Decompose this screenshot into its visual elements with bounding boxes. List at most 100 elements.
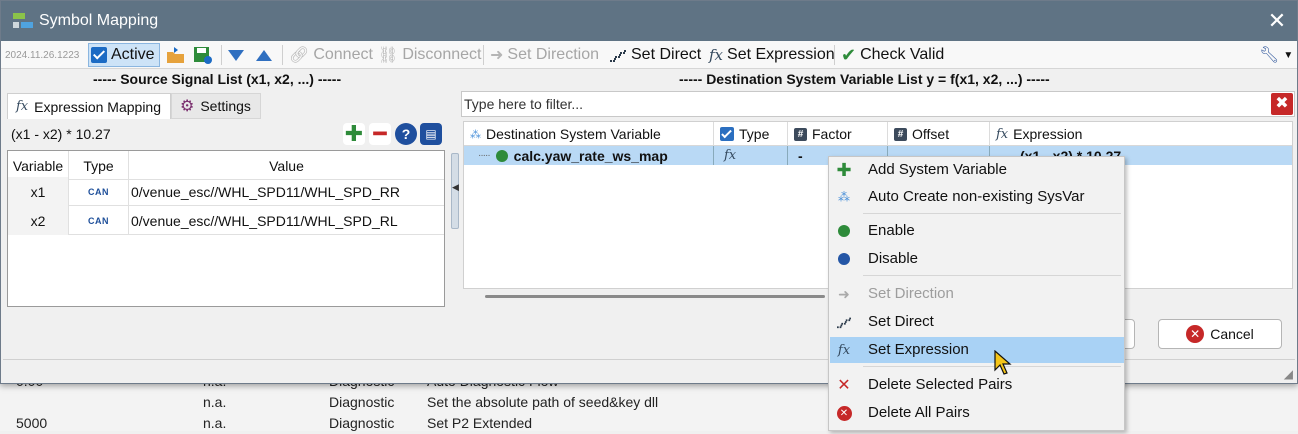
menu-item-set-expression[interactable]: fx Set Expression — [830, 337, 1124, 363]
column-header-type[interactable]: Type — [714, 122, 788, 146]
set-direct-icon — [610, 49, 626, 62]
menu-label: Delete Selected Pairs — [868, 376, 1013, 393]
cancel-button[interactable]: ✕ Cancel — [1158, 319, 1282, 349]
toolbar-separator — [282, 45, 283, 65]
bg-cell: n.a. — [203, 415, 227, 431]
tools-menu-button[interactable]: 🔧︎ ▼ — [1259, 43, 1293, 67]
active-toggle[interactable]: Active — [88, 43, 160, 67]
fx-icon: fx — [996, 126, 1009, 142]
checkmark-icon: ✔ — [841, 44, 857, 65]
active-label: Active — [111, 46, 155, 63]
x-circle-icon: ✕ — [1186, 325, 1205, 343]
menu-label: Set Direction — [868, 285, 954, 302]
source-list-header: ----- Source Signal List (x1, x2, ...) -… — [93, 71, 342, 87]
hash-icon: # — [894, 127, 907, 141]
set-direct-icon — [836, 314, 852, 330]
menu-separator — [863, 213, 1121, 214]
triangle-up-icon — [256, 50, 272, 61]
unlink-icon: ⛓︎ — [378, 47, 399, 64]
filter-placeholder: Type here to filter... — [464, 96, 584, 112]
tab-label: Expression Mapping — [34, 98, 162, 115]
triangle-down-icon — [228, 50, 244, 61]
dots-icon: ⁂ — [470, 128, 481, 141]
disconnect-button[interactable]: ⛓︎ Disconnect — [378, 43, 481, 67]
notes-button[interactable]: ▤ — [420, 123, 442, 145]
column-header-expression[interactable]: fx Expression — [990, 122, 1292, 146]
title-bar[interactable]: Symbol Mapping ✕ — [1, 1, 1297, 41]
expression-input[interactable]: (x1 - x2) * 10.27 — [11, 126, 111, 142]
clear-filter-button[interactable]: ✖ — [1271, 93, 1293, 115]
help-button[interactable]: ? — [395, 123, 417, 145]
menu-item-disable[interactable]: Disable — [830, 246, 1124, 272]
menu-item-delete-all-pairs[interactable]: ✕ Delete All Pairs — [830, 400, 1124, 426]
tab-settings[interactable]: ⚙ Settings — [171, 93, 261, 119]
horizontal-scrollbar[interactable] — [485, 295, 825, 298]
context-menu: ✚ Add System Variable ⁂ Auto Create non-… — [828, 156, 1125, 431]
green-dot-icon — [836, 223, 852, 239]
fx-icon: fx — [837, 342, 851, 358]
filter-input[interactable]: Type here to filter... — [461, 91, 1295, 117]
panel-splitter[interactable]: ◀ — [451, 153, 459, 229]
fx-icon: fx — [16, 99, 29, 114]
connect-label: Connect — [313, 46, 373, 63]
menu-item-enable[interactable]: Enable — [830, 218, 1124, 244]
open-button[interactable] — [166, 43, 186, 67]
table-row[interactable]: x1 CAN 0/venue_esc//WHL_SPD11/WHL_SPD_RR — [8, 177, 444, 206]
table-row[interactable]: x2 CAN 0/venue_esc//WHL_SPD11/WHL_SPD_RL — [8, 206, 444, 235]
set-expression-button[interactable]: fx Set Expression — [709, 43, 835, 67]
type-cell: CAN — [69, 177, 129, 206]
fx-icon: fx — [724, 148, 737, 163]
save-button[interactable] — [193, 43, 213, 67]
checkbox-icon — [720, 127, 734, 141]
save-icon — [194, 47, 212, 64]
add-variable-button[interactable]: ✚ — [343, 121, 365, 146]
move-up-button[interactable] — [255, 43, 273, 67]
document-icon: ▤ — [425, 127, 437, 141]
tab-expression-mapping[interactable]: fx Expression Mapping — [7, 93, 171, 119]
x-icon: ✕ — [837, 377, 851, 394]
expression-bar: (x1 - x2) * 10.27 ✚ ━ ? ▤ — [7, 121, 447, 149]
remove-variable-button[interactable]: ━ — [369, 121, 391, 146]
menu-item-add-system-variable[interactable]: ✚ Add System Variable — [830, 157, 1124, 183]
check-valid-button[interactable]: ✔ Check Valid — [841, 43, 944, 67]
column-header: Value — [269, 157, 304, 174]
connect-button[interactable]: 🔗︎ Connect — [289, 43, 373, 67]
hash-icon: # — [794, 127, 807, 141]
blue-dot-icon — [836, 251, 852, 267]
type-cell: fx — [714, 146, 788, 165]
resize-grip-icon[interactable]: ◢ — [1284, 367, 1293, 381]
column-header-destination[interactable]: ⁂ Destination System Variable — [464, 122, 714, 146]
x-circle-icon: ✕ — [836, 405, 852, 421]
menu-separator — [863, 275, 1121, 276]
table-header-row: ⁂ Destination System Variable Type # Fac… — [464, 122, 1292, 146]
menu-item-delete-selected-pairs[interactable]: ✕ Delete Selected Pairs — [830, 372, 1124, 398]
menu-item-set-direct[interactable]: Set Direct — [830, 309, 1124, 335]
variable-cell: x1 — [8, 177, 69, 206]
can-icon: CAN — [88, 186, 109, 197]
value-cell[interactable]: 0/venue_esc//WHL_SPD11/WHL_SPD_RL — [129, 206, 444, 235]
destination-list-header: ----- Destination System Variable List y… — [679, 71, 1050, 87]
column-label: Factor — [812, 126, 852, 142]
value-cell[interactable]: 0/venue_esc//WHL_SPD11/WHL_SPD_RR — [129, 177, 444, 206]
set-direct-button[interactable]: Set Direct — [609, 43, 701, 67]
left-tabs: fx Expression Mapping ⚙ Settings — [7, 93, 449, 119]
set-direction-button[interactable]: ➜ Set Direction — [490, 43, 599, 67]
column-label: Offset — [912, 126, 950, 142]
bg-cell: 5000 — [16, 415, 48, 431]
column-header-offset[interactable]: # Offset — [888, 122, 990, 146]
menu-label: Set Expression — [868, 341, 969, 358]
chevron-left-icon: ◀ — [452, 182, 459, 192]
column-header: Variable — [8, 151, 69, 180]
set-direct-label: Set Direct — [631, 46, 702, 63]
menu-item-auto-create[interactable]: ⁂ Auto Create non-existing SysVar — [830, 184, 1124, 210]
close-button[interactable]: ✕ — [1265, 9, 1289, 33]
toolbar-separator — [221, 45, 222, 65]
move-down-button[interactable] — [227, 43, 245, 67]
bg-cell: n.a. — [203, 394, 227, 410]
column-header-factor[interactable]: # Factor — [788, 122, 888, 146]
dialog-title: Symbol Mapping — [39, 12, 159, 29]
minus-icon: ━ — [373, 121, 387, 146]
menu-item-set-direction[interactable]: ➜ Set Direction — [830, 281, 1124, 307]
question-icon: ? — [401, 126, 411, 142]
checkbox-icon — [91, 47, 107, 63]
